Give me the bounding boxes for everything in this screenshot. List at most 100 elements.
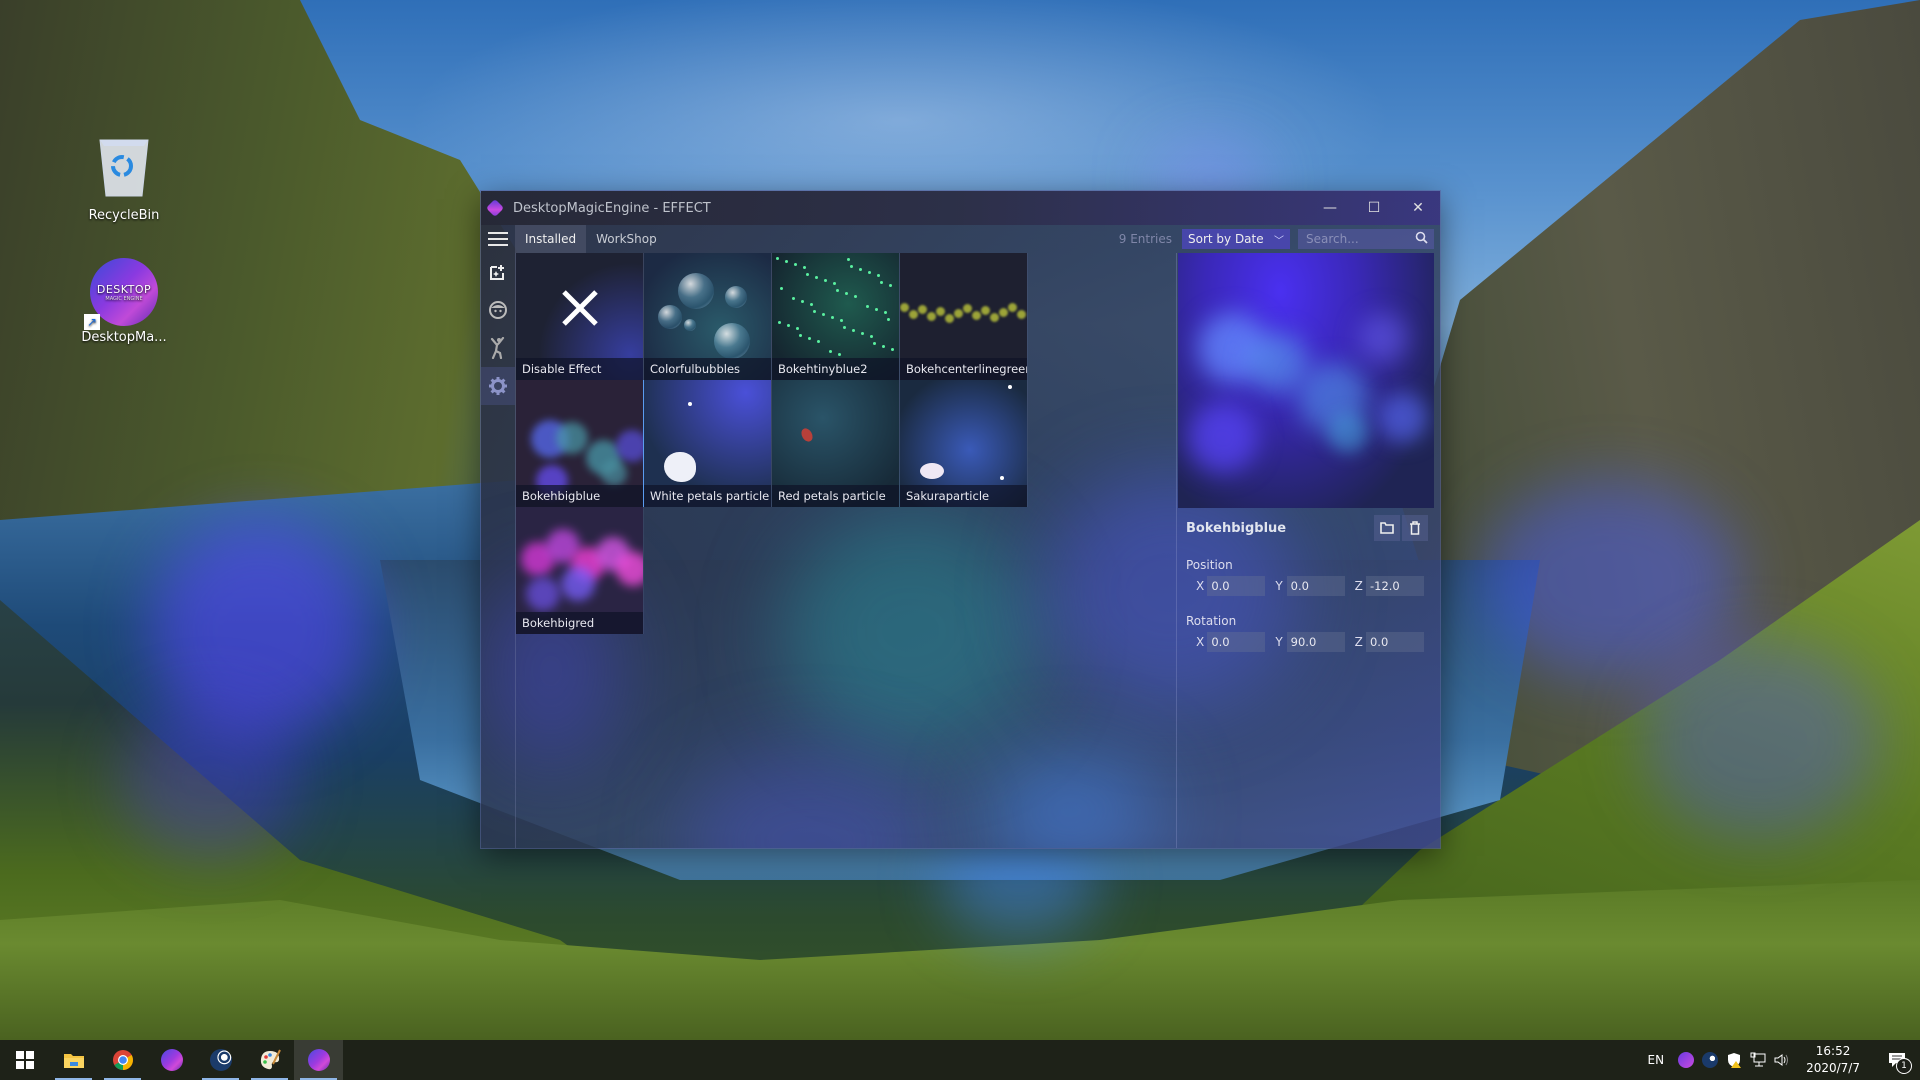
effect-details: Bokehbigblue Position X Y Z Rotation X Y — [1178, 508, 1434, 848]
effect-tile-label: Bokehbigblue — [516, 485, 643, 507]
effect-tile-label: Bokehbigred — [516, 612, 643, 634]
steam-icon — [209, 1049, 232, 1071]
effect-tile[interactable]: Bokehbigred — [516, 507, 644, 634]
system-tray: EN 16:52 2020/7/7 1 — [1648, 1040, 1920, 1080]
effect-tile-label: Colorfulbubbles — [644, 358, 771, 380]
hamburger-menu-icon — [488, 232, 508, 246]
rotation-label: Rotation — [1186, 614, 1237, 628]
axis-z-label: Z — [1354, 635, 1363, 649]
axis-y-label: Y — [1275, 579, 1283, 593]
effect-tile[interactable]: Red petals particle — [772, 380, 900, 507]
search-input[interactable] — [1304, 231, 1408, 247]
nav-avatar[interactable] — [481, 291, 515, 329]
rotation-y-input[interactable] — [1286, 632, 1345, 652]
selected-effect-name: Bokehbigblue — [1186, 520, 1287, 536]
nav-settings[interactable] — [481, 367, 515, 405]
recycle-bin-icon — [99, 139, 149, 197]
tray-steam[interactable] — [1698, 1040, 1722, 1080]
trash-icon — [1410, 521, 1420, 535]
logo-subtext: MAGIC ENGINE — [105, 295, 143, 302]
effect-tile[interactable]: White petals particle — [644, 380, 772, 507]
rotation-fields: X Y Z — [1196, 632, 1434, 652]
action-center-button[interactable]: 1 — [1874, 1040, 1920, 1080]
rotation-x-input[interactable] — [1207, 632, 1266, 652]
windows-logo-icon — [15, 1051, 34, 1069]
app-window: DesktopMagicEngine - EFFECT — ☐ ✕ Instal… — [481, 191, 1440, 848]
effect-grid: Disable Effect Colorfulbubbles Bokehtiny… — [516, 253, 1028, 634]
language-indicator[interactable]: EN — [1648, 1053, 1665, 1067]
taskbar-app-file-explorer[interactable] — [49, 1040, 98, 1080]
rotation-z-input[interactable] — [1365, 632, 1424, 652]
position-y-input[interactable] — [1286, 576, 1345, 596]
menu-button[interactable] — [481, 225, 515, 253]
taskbar-app-steam[interactable] — [196, 1040, 245, 1080]
position-z-input[interactable] — [1365, 576, 1424, 596]
paint-icon — [259, 1049, 281, 1071]
axis-x-label: X — [1196, 579, 1205, 593]
tray-network[interactable] — [1746, 1040, 1770, 1080]
position-x-input[interactable] — [1207, 576, 1266, 596]
effect-tile[interactable]: Bokehtinyblue2 — [772, 253, 900, 380]
effect-tile-label: White petals particle — [644, 485, 771, 507]
preview-bokeh — [1358, 313, 1408, 363]
folder-icon — [1380, 522, 1394, 534]
open-folder-button[interactable] — [1374, 515, 1400, 541]
search-icon[interactable] — [1415, 231, 1428, 248]
taskbar-app-paint[interactable] — [245, 1040, 294, 1080]
side-navigation — [481, 253, 516, 848]
chevron-down-icon: ﹀ — [1274, 235, 1284, 247]
effect-tile[interactable]: Bokehbigblue — [516, 380, 644, 507]
preview-bokeh — [1298, 363, 1368, 433]
taskbar-app-desktop-magic-engine[interactable] — [147, 1040, 196, 1080]
search-box[interactable] — [1298, 229, 1434, 249]
add-effect-icon — [490, 265, 504, 280]
file-explorer-icon — [63, 1051, 85, 1069]
desktop-magic-engine-icon — [1678, 1052, 1695, 1068]
window-bokeh-glow — [981, 751, 1161, 848]
close-button[interactable]: ✕ — [1396, 191, 1440, 225]
avatar-face-icon — [489, 301, 507, 319]
toolbar: Installed WorkShop 9 Entries Sort by Dat… — [481, 225, 1440, 253]
taskbar-app-desktop-magic-engine[interactable] — [294, 1040, 343, 1080]
delete-effect-button[interactable] — [1402, 515, 1428, 541]
taskbar-app-chrome[interactable] — [98, 1040, 147, 1080]
nav-add-effect[interactable] — [481, 253, 515, 291]
desktop-icon-desktop-magic-engine[interactable]: DESKTOP MAGIC ENGINE ↗ DesktopMa... — [74, 258, 174, 345]
effect-preview — [1178, 253, 1434, 508]
position-fields: X Y Z — [1196, 576, 1434, 596]
effect-tile[interactable]: Bokehcenterlinegreen — [900, 253, 1028, 380]
bokeh-glow — [150, 520, 370, 740]
panel-divider — [1176, 253, 1177, 848]
clock-date: 2020/7/7 — [1806, 1061, 1860, 1075]
sort-selected-value: Sort by Date — [1188, 232, 1264, 246]
effect-tile[interactable]: Colorfulbubbles — [644, 253, 772, 380]
effect-tile-label: Red petals particle — [772, 485, 899, 507]
tab-workshop[interactable]: WorkShop — [586, 225, 667, 253]
desktop-icon-recycle-bin[interactable]: RecycleBin — [74, 132, 174, 223]
nav-motion[interactable] — [481, 329, 515, 367]
tray-security[interactable] — [1722, 1040, 1746, 1080]
effect-tile[interactable]: Sakuraparticle — [900, 380, 1028, 507]
logo-text: DESKTOP — [96, 282, 152, 296]
minimize-button[interactable]: — — [1308, 191, 1352, 225]
effect-tile-label: Sakuraparticle — [900, 485, 1027, 507]
security-shield-warning-icon — [1728, 1053, 1742, 1068]
taskbar: EN 16:52 2020/7/7 1 — [0, 1040, 1920, 1080]
steam-icon — [1702, 1052, 1719, 1068]
position-label: Position — [1186, 558, 1233, 572]
axis-x-label: X — [1196, 635, 1205, 649]
wallpaper-ground — [0, 880, 1920, 1040]
tab-installed[interactable]: Installed — [515, 225, 587, 253]
tray-magic-engine[interactable] — [1674, 1040, 1698, 1080]
tray-volume[interactable] — [1770, 1040, 1794, 1080]
start-button[interactable] — [0, 1040, 49, 1080]
effect-tile[interactable]: Disable Effect — [516, 253, 644, 380]
system-clock[interactable]: 16:52 2020/7/7 — [1806, 1043, 1860, 1077]
title-bar[interactable]: DesktopMagicEngine - EFFECT — ☐ ✕ — [481, 191, 1440, 225]
sort-dropdown[interactable]: Sort by Date ﹀ — [1182, 229, 1290, 249]
maximize-button[interactable]: ☐ — [1352, 191, 1396, 225]
shortcut-arrow-icon: ↗ — [84, 314, 100, 330]
taskbar-apps — [49, 1040, 343, 1080]
effect-tile-label: Disable Effect — [516, 358, 643, 380]
entries-count: 9 Entries — [1118, 232, 1172, 246]
